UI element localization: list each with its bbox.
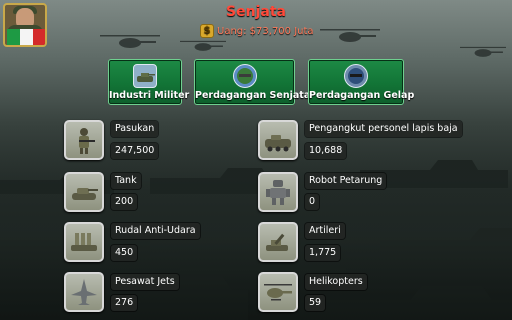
unit-count: 59 <box>305 295 326 311</box>
background-helicopter <box>180 40 226 51</box>
unit-name: Helikopters <box>305 274 367 290</box>
italy-flag-green <box>7 29 20 45</box>
robot-icon[interactable] <box>258 172 298 212</box>
jet-icon[interactable] <box>64 272 104 312</box>
unit-name: Pasukan <box>111 121 159 137</box>
unit-count: 1,775 <box>305 245 341 261</box>
helicopter-icon[interactable] <box>258 272 298 312</box>
category-label: Industri Militer <box>109 90 190 101</box>
unit-name: Pesawat Jets <box>111 274 179 290</box>
background-helicopter <box>320 29 380 42</box>
category-label: Perdagangan Gelap <box>309 90 415 101</box>
unit-count: 10,688 <box>305 143 347 159</box>
soldier-icon[interactable] <box>64 120 104 160</box>
tank-icon[interactable] <box>64 172 104 212</box>
unit-name: Tank <box>111 173 141 189</box>
unit-name: Pengangkut personel lapis baja <box>305 121 462 137</box>
weapon-globe-icon <box>232 64 257 88</box>
unit-count: 247,500 <box>111 143 159 159</box>
background-helicopter <box>100 35 160 48</box>
perdagangan-senjata-button[interactable]: Perdagangan Senjata <box>194 59 311 105</box>
perdagangan-gelap-button[interactable]: Perdagangan Gelap <box>308 59 415 105</box>
unit-name: Rudal Anti-Udara <box>111 223 200 239</box>
tank-icon <box>133 64 157 88</box>
unit-name: Artileri <box>305 223 345 239</box>
black-market-globe-icon <box>344 64 368 88</box>
background-helicopter <box>460 46 506 57</box>
money-display: $ Uang: $73,700 Juta <box>200 23 314 39</box>
unit-count: 276 <box>111 295 138 311</box>
page-title: Senjata <box>226 4 286 20</box>
dollar-icon: $ <box>200 24 214 38</box>
industri-militer-button[interactable]: Industri Militer <box>108 59 190 105</box>
category-label: Perdagangan Senjata <box>195 90 311 101</box>
unit-count: 200 <box>111 194 138 210</box>
unit-name: Robot Petarung <box>305 173 387 189</box>
money-label: Uang: $73,700 Juta <box>217 25 314 37</box>
missile-launcher-icon[interactable] <box>64 222 104 262</box>
unit-count: 0 <box>305 194 320 210</box>
unit-count: 450 <box>111 245 138 261</box>
italy-flag-white <box>20 29 33 45</box>
apc-icon[interactable] <box>258 120 298 160</box>
artillery-icon[interactable] <box>258 222 298 262</box>
italy-flag-red <box>33 29 45 45</box>
